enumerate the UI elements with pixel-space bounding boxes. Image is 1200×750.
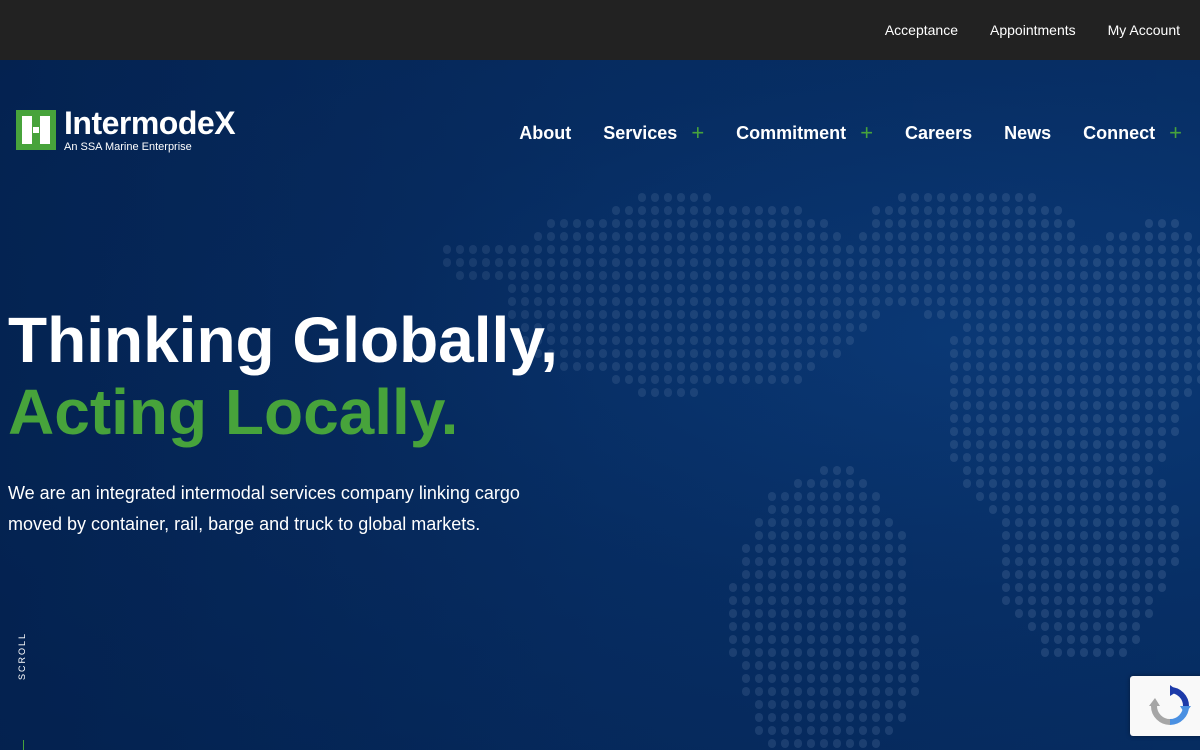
hero-headline: Thinking Globally, Acting Locally. [8, 304, 558, 448]
expand-plus-icon[interactable]: + [691, 122, 704, 144]
nav-label: Careers [905, 122, 973, 143]
hero-intro-text: We are an integrated intermodal services… [8, 483, 520, 534]
intermodex-logo-icon [16, 110, 56, 150]
headline-line-1: Thinking Globally, [8, 304, 558, 376]
nav-item-commitment[interactable]: Commitment + [736, 122, 873, 144]
expand-plus-icon[interactable]: + [1169, 122, 1182, 144]
nav-item-connect[interactable]: Connect + [1083, 122, 1182, 144]
brand-name: IntermodeX [64, 105, 236, 141]
headline-line-2: Acting Locally. [8, 376, 459, 448]
nav-label: Connect [1083, 122, 1156, 143]
my-account-link[interactable]: My Account [1108, 22, 1180, 38]
hero-section: IntermodeX An SSA Marine Enterprise Abou… [0, 60, 1200, 750]
scroll-indicator-label[interactable]: SCROLL [17, 632, 27, 680]
nav-item-services[interactable]: Services + [603, 122, 704, 144]
main-navigation: About Services + Commitment + Careers Ne… [487, 122, 1182, 144]
utility-bar: Acceptance Appointments My Account [0, 0, 1200, 60]
site-logo[interactable]: IntermodeX An SSA Marine Enterprise [16, 105, 236, 154]
nav-label: About [519, 122, 572, 143]
appointments-link[interactable]: Appointments [990, 22, 1076, 38]
nav-label: Commitment [736, 122, 847, 143]
acceptance-link[interactable]: Acceptance [885, 22, 958, 38]
scroll-indicator-line [23, 740, 24, 750]
nav-item-careers[interactable]: Careers [905, 123, 972, 144]
brand-tagline: An SSA Marine Enterprise [64, 141, 192, 153]
recaptcha-icon [1149, 685, 1191, 725]
nav-item-about[interactable]: About [519, 123, 571, 144]
expand-plus-icon[interactable]: + [860, 122, 873, 144]
recaptcha-badge[interactable] [1130, 676, 1200, 736]
nav-label: News [1004, 122, 1052, 143]
nav-label: Services [603, 122, 678, 143]
nav-item-news[interactable]: News [1004, 123, 1051, 144]
